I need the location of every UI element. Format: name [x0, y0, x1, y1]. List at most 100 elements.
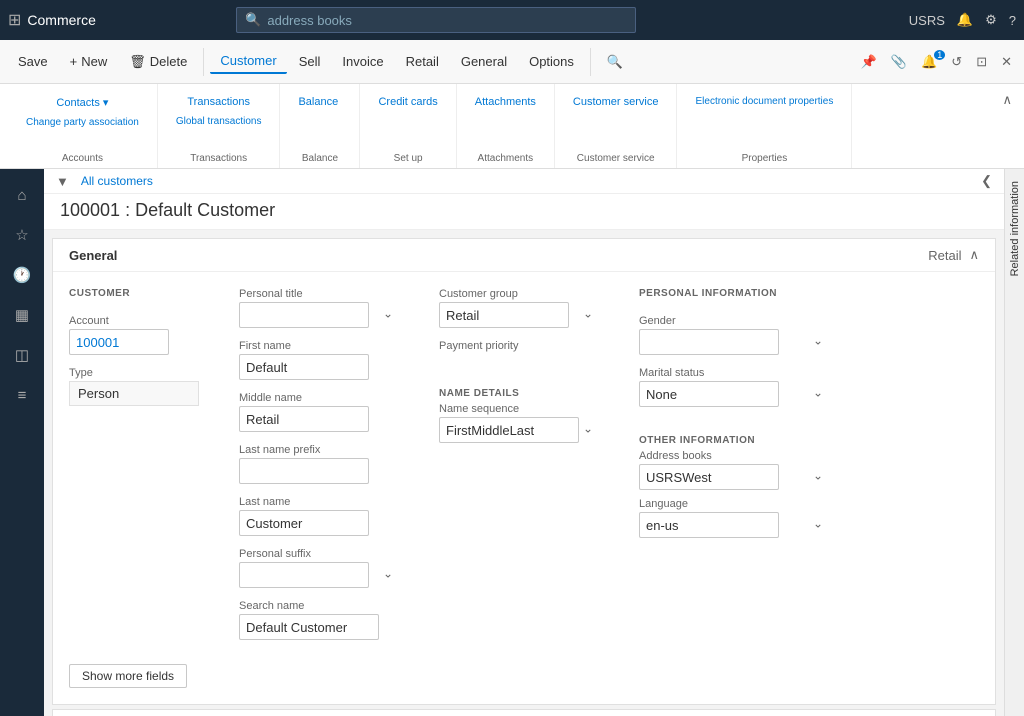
nav-favorites[interactable]: ☆ — [4, 217, 40, 253]
name-sequence-select[interactable]: FirstMiddleLast — [439, 417, 579, 443]
last-name-input[interactable] — [239, 510, 369, 536]
nav-workspaces[interactable]: ▦ — [4, 297, 40, 333]
search-button[interactable]: 🔍 — [597, 50, 633, 74]
last-name-prefix-field: Last name prefix — [239, 444, 399, 484]
personal-title-select[interactable] — [239, 302, 369, 328]
breadcrumb[interactable]: All customers — [81, 174, 153, 188]
ribbon-items-properties: Electronic document properties — [689, 88, 839, 149]
other-info-section: OTHER INFORMATION Address books USRSWest — [639, 435, 829, 538]
ribbon-items-balance: Balance — [292, 88, 347, 149]
close-icon[interactable]: ✕ — [997, 52, 1016, 72]
address-books-label: Address books — [639, 450, 829, 462]
gender-label: Gender — [639, 315, 829, 327]
addresses-section-header[interactable]: Addresses ∨ — [53, 710, 995, 716]
maximize-icon[interactable]: ⊡ — [972, 52, 991, 72]
show-more-button[interactable]: Show more fields — [69, 664, 187, 688]
refresh-icon[interactable]: ↺ — [947, 52, 966, 72]
grid-icon[interactable]: ⊞ — [8, 10, 21, 30]
type-value: Person — [69, 381, 199, 406]
account-input[interactable] — [69, 329, 169, 355]
right-panel[interactable]: Related information — [1004, 169, 1024, 716]
middle-name-field: Middle name — [239, 392, 399, 432]
new-button[interactable]: + New — [60, 50, 118, 73]
ribbon-global-transactions[interactable]: Global transactions — [170, 114, 268, 129]
search-bar[interactable]: 🔍 — [236, 7, 636, 33]
last-name-prefix-input[interactable] — [239, 458, 369, 484]
retail-tab[interactable]: Retail — [396, 50, 449, 73]
toolbar: Save + New 🗑 Delete Customer Sell Invoic… — [0, 40, 1024, 84]
address-books-field: Address books USRSWest — [639, 450, 829, 490]
name-details-section: NAME DETAILS Name sequence FirstMiddleLa… — [439, 388, 599, 443]
search-name-input[interactable] — [239, 614, 379, 640]
search-name-field: Search name — [239, 600, 399, 640]
personal-suffix-select[interactable] — [239, 562, 369, 588]
pin-icon[interactable]: 📌 — [857, 52, 881, 72]
nav-recent[interactable]: 🕐 — [4, 257, 40, 293]
name-details-title: NAME DETAILS — [439, 388, 599, 399]
ribbon-transactions[interactable]: Transactions — [170, 94, 268, 110]
delete-button[interactable]: 🗑 Delete — [119, 50, 197, 74]
ribbon-customer-service[interactable]: Customer service — [567, 94, 665, 110]
filter-icon[interactable]: ▼ — [52, 172, 73, 191]
personal-info-title: PERSONAL INFORMATION — [639, 288, 829, 299]
ribbon-group-attachments: Attachments Attachments — [457, 84, 555, 168]
office-icon[interactable]: 📎 — [887, 52, 911, 72]
ribbon-change-party[interactable]: Change party association — [20, 115, 145, 130]
app-logo: ⊞ Commerce — [8, 10, 96, 30]
form-area: General Retail ∧ CUSTOMER Account — [44, 230, 1004, 716]
show-more-container: Show more fields — [53, 656, 995, 704]
search-input[interactable] — [267, 13, 627, 28]
main-layout: ⌂ ☆ 🕐 ▦ ◫ ≡ ▼ All customers ❮ 100001 : D… — [0, 169, 1024, 716]
ribbon-label-accounts: Accounts — [20, 149, 145, 164]
help-icon[interactable]: ? — [1009, 13, 1016, 28]
marital-status-select[interactable]: None — [639, 381, 779, 407]
top-controls-right: ❮ — [977, 171, 996, 191]
collapse-general-icon[interactable]: ∧ — [969, 247, 979, 263]
language-select[interactable]: en-us — [639, 512, 779, 538]
ribbon-balance[interactable]: Balance — [292, 94, 344, 110]
ribbon-collapse-icon[interactable]: ∧ — [998, 90, 1016, 110]
middle-name-input[interactable] — [239, 406, 369, 432]
right-panel-label: Related information — [1009, 181, 1021, 276]
ribbon-group-properties: Electronic document properties Propertie… — [677, 84, 852, 168]
nav-all[interactable]: ≡ — [4, 377, 40, 413]
ribbon-attachments[interactable]: Attachments — [469, 94, 542, 110]
ribbon-electronic-doc[interactable]: Electronic document properties — [689, 94, 839, 109]
personal-column: Personal title First name — [239, 288, 399, 640]
save-button[interactable]: Save — [8, 50, 58, 73]
gender-select[interactable] — [639, 329, 779, 355]
invoice-tab[interactable]: Invoice — [332, 50, 393, 73]
gear-icon[interactable]: ⚙ — [985, 12, 997, 28]
nav-home[interactable]: ⌂ — [4, 177, 40, 213]
options-tab[interactable]: Options — [519, 50, 584, 73]
ribbon-group-accounts: Contacts ▾ Change party association Acco… — [8, 84, 158, 168]
sell-tab[interactable]: Sell — [289, 50, 331, 73]
ribbon-contacts[interactable]: Contacts ▾ — [20, 94, 145, 111]
first-name-input[interactable] — [239, 354, 369, 380]
ribbon-group-balance: Balance Balance — [280, 84, 360, 168]
name-sequence-wrapper: FirstMiddleLast — [439, 417, 599, 443]
account-field: Account — [69, 315, 199, 355]
address-books-wrapper: USRSWest — [639, 464, 829, 490]
ribbon: Contacts ▾ Change party association Acco… — [0, 84, 1024, 169]
customer-tab[interactable]: Customer — [210, 49, 286, 74]
address-books-select[interactable]: USRSWest — [639, 464, 779, 490]
customer-group-select[interactable]: Retail — [439, 302, 569, 328]
marital-status-label: Marital status — [639, 367, 829, 379]
ribbon-label-properties: Properties — [689, 149, 839, 164]
general-section-header[interactable]: General Retail ∧ — [53, 239, 995, 272]
last-name-prefix-label: Last name prefix — [239, 444, 399, 456]
nav-modules[interactable]: ◫ — [4, 337, 40, 373]
personal-suffix-select-wrapper — [239, 562, 399, 588]
customer-group-label: Customer group — [439, 288, 599, 300]
ribbon-items-transactions: Transactions Global transactions — [170, 88, 268, 149]
personal-title-label: Personal title — [239, 288, 399, 300]
general-tab[interactable]: General — [451, 50, 517, 73]
retail-label: Retail — [928, 248, 961, 263]
bell-icon[interactable]: 🔔 — [957, 12, 973, 28]
addresses-section: Addresses ∨ — [52, 709, 996, 716]
ribbon-credit-cards[interactable]: Credit cards — [372, 94, 443, 110]
notifications-icon[interactable]: 🔔1 — [917, 52, 941, 72]
middle-name-label: Middle name — [239, 392, 399, 404]
collapse-left-icon[interactable]: ❮ — [977, 171, 996, 191]
